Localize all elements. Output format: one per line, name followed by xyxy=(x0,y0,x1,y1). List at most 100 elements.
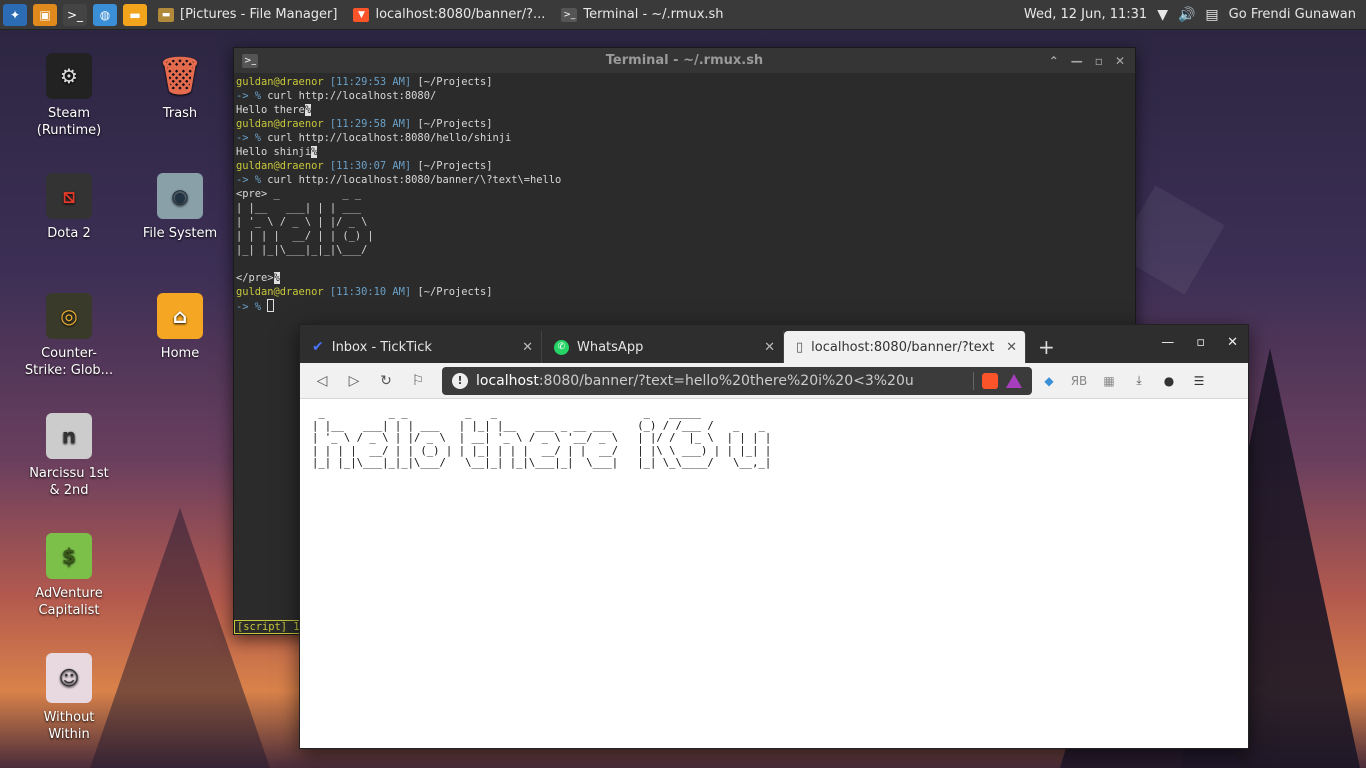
ascii-line: _ _ _ xyxy=(267,188,405,200)
close-tab-icon[interactable]: ✕ xyxy=(522,340,533,355)
command-output: Hello there xyxy=(236,104,305,116)
reload-icon[interactable]: ↻ xyxy=(372,367,400,395)
desktop-icon-dota2[interactable]: ⧅ Dota 2 xyxy=(19,173,119,242)
screenshot-launcher-icon[interactable]: ▣ xyxy=(33,3,57,26)
ascii-line: | | | | __/ | | (_) | xyxy=(236,230,374,242)
browser-window[interactable]: ✔ Inbox - TickTick ✕ ✆ WhatsApp ✕ ▯ loca… xyxy=(299,324,1249,749)
clipboard-icon[interactable]: ▤ xyxy=(1205,7,1218,23)
top-panel: ✦ ▣ >_ ◍ ▬ ▬ [Pictures - File Manager] ▼… xyxy=(0,0,1366,30)
text-cursor[interactable] xyxy=(267,299,275,312)
task-file-manager[interactable]: ▬ [Pictures - File Manager] xyxy=(150,0,345,30)
desktop-icon-adventure-capitalist[interactable]: $ AdVenture Capitalist xyxy=(19,533,119,619)
maximize-button[interactable]: ▫ xyxy=(1095,54,1103,68)
divider xyxy=(973,371,974,390)
tab-label: Inbox - TickTick xyxy=(331,339,432,355)
desktop-icon-label: Steam (Runtime) xyxy=(36,106,102,138)
desktop-icon-steam[interactable]: ⚙ Steam (Runtime) xyxy=(19,53,119,139)
prompt-cwd: [~/Projects] xyxy=(417,160,493,172)
without-within-icon: ☺ xyxy=(46,653,92,703)
minimize-button[interactable]: — xyxy=(1161,335,1174,350)
prompt-time: [11:30:10 AM] xyxy=(329,286,412,298)
bookmark-icon[interactable]: ⚐ xyxy=(404,367,432,395)
url-host: localhost xyxy=(476,372,539,389)
ticktick-icon: ✔ xyxy=(312,339,324,355)
prompt-arrow: -> % xyxy=(236,174,262,186)
folder-icon: ▬ xyxy=(158,7,174,22)
prompt-arrow: -> % xyxy=(236,132,262,144)
prompt-cwd: [~/Projects] xyxy=(417,76,493,88)
task-terminal[interactable]: >_ Terminal - ~/.rmux.sh xyxy=(553,0,731,30)
desktop-icon-label: Dota 2 xyxy=(47,226,91,241)
url-rest: :8080/banner/?text=hello%20there%20i%20<… xyxy=(538,372,914,389)
prompt-user: guldan@draenor xyxy=(236,76,324,88)
prompt-line: guldan@draenor [11:29:53 AM] [~/Projects… xyxy=(236,76,493,88)
banner-open-tag: <pre> xyxy=(236,188,268,200)
desktop-icon-without-within[interactable]: ☺ Without Within xyxy=(19,653,119,743)
new-tab-button[interactable]: + xyxy=(1026,331,1067,363)
window-controls: — ▫ ✕ xyxy=(1161,335,1238,350)
terminal-output[interactable]: guldan@draenor [11:29:53 AM] [~/Projects… xyxy=(234,73,1135,316)
prompt-user: guldan@draenor xyxy=(236,286,324,298)
terminal-launcher-icon[interactable]: >_ xyxy=(63,3,87,26)
address-bar[interactable]: ! localhost:8080/banner/?text=hello%20th… xyxy=(442,366,1032,395)
ascii-line: |_| |_|\___|_|_|\___/ xyxy=(236,244,374,256)
desktop-icon-label: AdVenture Capitalist xyxy=(35,586,103,618)
command: curl http://localhost:8080/banner/\?text… xyxy=(267,174,562,186)
desktop-icon-trash[interactable]: 🗑 Trash xyxy=(130,53,230,122)
trash-icon: 🗑 xyxy=(157,55,203,97)
wifi-icon[interactable]: ▼ xyxy=(1157,7,1168,23)
extension-icon[interactable]: ЯB xyxy=(1066,368,1092,394)
close-button[interactable]: ✕ xyxy=(1227,335,1238,350)
desktop-icon-narcissu[interactable]: n Narcissu 1st & 2nd xyxy=(19,413,119,499)
command: curl http://localhost:8080/hello/shinji xyxy=(267,132,512,144)
maximize-button[interactable]: ▫ xyxy=(1196,335,1205,350)
desktop-icon-home[interactable]: ⌂ Home xyxy=(130,293,230,362)
ascii-line: | '_ \ / _ \ | |/ _ \ | __| '_ \ / _ \ '… xyxy=(312,432,772,445)
volume-icon[interactable]: 🔊 xyxy=(1178,7,1195,23)
brave-shields-icon[interactable] xyxy=(982,372,998,389)
narcissu-icon: n xyxy=(46,413,92,459)
browser-toolbar: ◁ ▷ ↻ ⚐ ! localhost:8080/banner/?text=he… xyxy=(300,363,1248,399)
tab-ticktick[interactable]: ✔ Inbox - TickTick ✕ xyxy=(300,331,542,363)
browser-launcher-icon[interactable]: ◍ xyxy=(93,3,117,26)
extension-icon[interactable]: ▦ xyxy=(1096,368,1122,394)
task-browser[interactable]: ▼ localhost:8080/banner/?... xyxy=(345,0,553,30)
files-launcher-icon[interactable]: ▬ xyxy=(123,3,147,26)
terminal-titlebar[interactable]: >_ Terminal - ~/.rmux.sh ⌃ — ▫ ✕ xyxy=(234,48,1135,73)
banner-close-tag: </pre> xyxy=(236,272,274,284)
close-tab-icon[interactable]: ✕ xyxy=(764,340,775,355)
no-newline-marker: % xyxy=(304,104,312,116)
close-button[interactable]: ✕ xyxy=(1115,54,1125,68)
tab-localhost-banner[interactable]: ▯ localhost:8080/banner/?text ✕ xyxy=(784,331,1026,363)
minimize-button[interactable]: — xyxy=(1071,54,1083,68)
page-icon: ▯ xyxy=(796,339,804,355)
tab-strip: ✔ Inbox - TickTick ✕ ✆ WhatsApp ✕ ▯ loca… xyxy=(300,325,1248,363)
menu-icon[interactable]: ☰ xyxy=(1186,368,1212,394)
prompt-time: [11:29:58 AM] xyxy=(329,118,412,130)
tmux-window-label: [script] 1 xyxy=(234,620,303,634)
launcher: ✦ ▣ >_ ◍ ▬ xyxy=(0,0,150,30)
ascii-line: | |__ ___| | | ___ | |_| |__ ___ _ __ __… xyxy=(312,419,772,432)
shade-button[interactable]: ⌃ xyxy=(1049,54,1059,68)
money-bag-icon: $ xyxy=(46,533,92,579)
desktop-icon-counter-strike[interactable]: ◎ Counter- Strike: Glob... xyxy=(19,293,119,379)
no-newline-marker: % xyxy=(273,272,280,284)
tab-whatsapp[interactable]: ✆ WhatsApp ✕ xyxy=(542,331,784,363)
clock[interactable]: Wed, 12 Jun, 11:31 xyxy=(1024,7,1147,22)
profile-avatar[interactable]: ● xyxy=(1156,368,1182,394)
extension-icon[interactable]: ◆ xyxy=(1036,368,1062,394)
download-icon[interactable]: ⤓ xyxy=(1126,368,1152,394)
counter-strike-icon: ◎ xyxy=(46,293,92,339)
back-icon[interactable]: ◁ xyxy=(308,367,336,395)
prompt-arrow: -> % xyxy=(236,301,262,313)
prompt-cwd: [~/Projects] xyxy=(417,118,493,130)
whisker-menu-icon[interactable]: ✦ xyxy=(3,3,27,26)
system-tray: Wed, 12 Jun, 11:31 ▼ 🔊 ▤ Go Frendi Gunaw… xyxy=(1024,7,1366,23)
close-tab-icon[interactable]: ✕ xyxy=(1006,340,1017,355)
user-name[interactable]: Go Frendi Gunawan xyxy=(1229,7,1356,22)
desktop-icon-file-system[interactable]: ◉ File System xyxy=(130,173,230,242)
brave-rewards-icon[interactable] xyxy=(1006,373,1022,388)
site-info-icon[interactable]: ! xyxy=(452,372,468,389)
page-content: _ _ _ _ _ _ _____ | |__ ___| | | ___ | |… xyxy=(300,399,1248,748)
forward-icon[interactable]: ▷ xyxy=(340,367,368,395)
